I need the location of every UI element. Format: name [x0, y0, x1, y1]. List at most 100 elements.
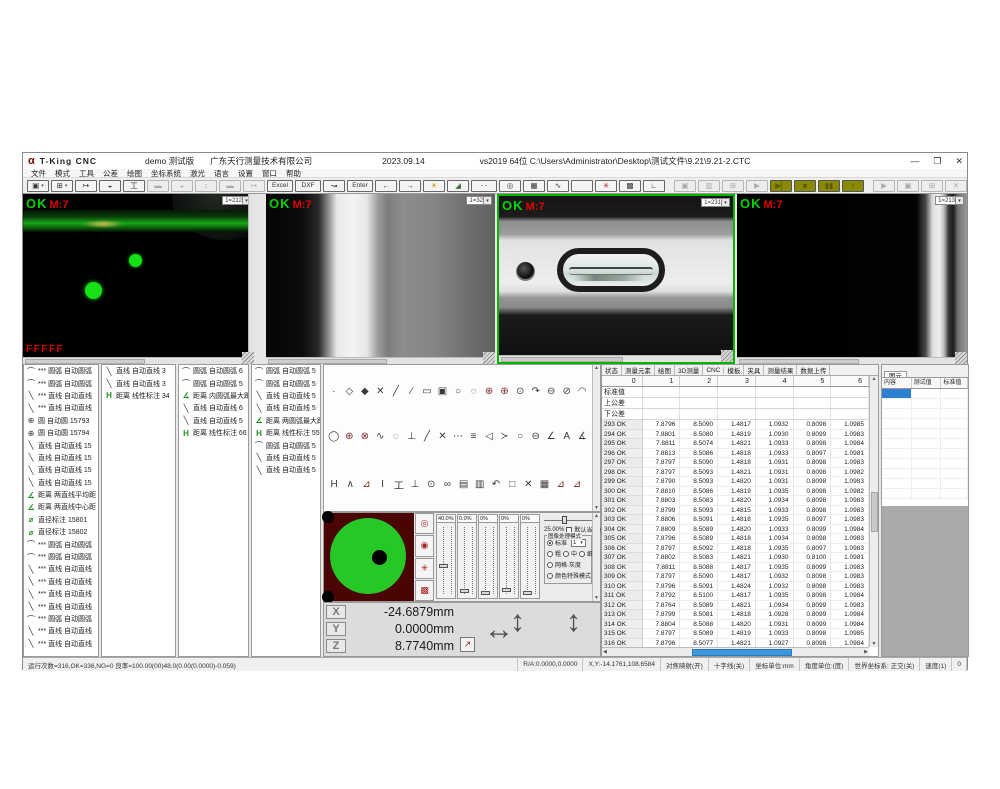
- chevron-down-icon[interactable]: ▾: [721, 199, 729, 206]
- element-table-row[interactable]: [882, 479, 968, 489]
- pause-button-icon[interactable]: ▮▮: [818, 180, 840, 192]
- palette-vscrollbar[interactable]: ▲▼: [592, 365, 600, 511]
- maximize-button[interactable]: ❐: [933, 156, 941, 167]
- camera-view-2[interactable]: OKM:7 1=32▾: [266, 194, 495, 364]
- slider-thumb[interactable]: [502, 588, 511, 592]
- element-table-row[interactable]: [882, 429, 968, 439]
- element-table-row[interactable]: [882, 409, 968, 419]
- light-button-icon[interactable]: ☀: [423, 180, 445, 192]
- element-list-item[interactable]: ⌀直径标注 15802: [24, 526, 98, 538]
- xy-jog-vertical-icon[interactable]: ↕: [510, 605, 525, 639]
- enter-button[interactable]: Enter: [347, 180, 373, 192]
- menu-item-工具[interactable]: 工具: [79, 168, 94, 179]
- element-table-row[interactable]: [882, 439, 968, 449]
- element-list-item[interactable]: ╲直线 自动直线 3: [102, 377, 175, 389]
- menu-item-窗口[interactable]: 窗口: [262, 168, 277, 179]
- element-table-row[interactable]: [882, 459, 968, 469]
- table-row[interactable]: 294 OK7.88018.50801.48191.09300.80991.09…: [602, 430, 869, 440]
- palette-tool-icon[interactable]: ⊗: [357, 431, 373, 442]
- slider-thumb[interactable]: [439, 564, 448, 568]
- run-button-icon[interactable]: ⚡: [842, 180, 864, 192]
- palette-tool-icon[interactable]: ◌: [466, 386, 482, 397]
- palette-tool-icon[interactable]: ⊕: [481, 386, 497, 397]
- table-row[interactable]: 296 OK7.88138.50861.48181.09330.80971.09…: [602, 449, 869, 459]
- palette-tool-icon[interactable]: ○: [512, 431, 528, 442]
- save-button-icon[interactable]: ▣▾: [27, 180, 49, 192]
- palette-tool-icon[interactable]: ✕: [520, 479, 536, 490]
- menu-item-模式[interactable]: 模式: [55, 168, 70, 179]
- element-list-item[interactable]: ⌒圆弧 自动圆弧 5: [252, 377, 320, 389]
- table-row[interactable]: 306 OK7.87978.50921.48181.09350.80971.09…: [602, 544, 869, 554]
- light-mode-button-2-icon[interactable]: ◉: [415, 535, 434, 556]
- menu-item-绘图[interactable]: 绘图: [127, 168, 142, 179]
- ring-light-indicator[interactable]: [324, 513, 414, 601]
- palette-tool-icon[interactable]: ∡: [575, 431, 591, 442]
- element-list-item[interactable]: ⌒*** 圆弧 自动圆弧: [24, 377, 98, 389]
- magnifier-button-icon[interactable]: ◎: [499, 180, 521, 192]
- camera2-resize-grip[interactable]: [483, 352, 495, 364]
- table-row[interactable]: 309 OK7.87978.50901.48171.09320.80981.09…: [602, 572, 869, 582]
- halftone-button-icon[interactable]: ▩: [619, 180, 641, 192]
- radio-coarse[interactable]: [547, 551, 553, 557]
- element-list-item[interactable]: ⌒圆弧 自动圆弧 5: [252, 365, 320, 377]
- menu-item-坐标系统[interactable]: 坐标系统: [151, 168, 181, 179]
- palette-tool-icon[interactable]: ◯: [326, 431, 342, 442]
- camera1-hscrollbar[interactable]: [23, 357, 242, 364]
- palette-tool-icon[interactable]: ≻: [497, 431, 513, 442]
- palette-tool-icon[interactable]: Ⅰ: [375, 479, 391, 490]
- table-row[interactable]: 316 OK7.87968.50771.48211.09270.80981.09…: [602, 639, 869, 648]
- slider-track-area[interactable]: [457, 523, 477, 599]
- element-list-item[interactable]: ╲直线 自动直线 3: [102, 365, 175, 377]
- slider-track-area[interactable]: [520, 523, 540, 599]
- element-list-item[interactable]: ∡距离 内圆弧最大距: [179, 390, 248, 402]
- palette-tool-icon[interactable]: ⊖: [543, 386, 559, 397]
- close-button[interactable]: ✕: [955, 156, 963, 167]
- dxf-export-button[interactable]: DXF: [295, 180, 321, 192]
- table-row[interactable]: 308 OK7.88118.50881.48171.09350.80991.09…: [602, 563, 869, 573]
- results-tab-测量结果[interactable]: 测量结果: [764, 365, 797, 375]
- element-list-item[interactable]: ╲直线 自动直线 5: [252, 464, 320, 476]
- palette-tool-icon[interactable]: H: [326, 479, 342, 490]
- table-row[interactable]: 303 OK7.88068.50911.48181.09350.80971.09…: [602, 515, 869, 525]
- column-header[interactable]: 3: [718, 376, 756, 386]
- palette-tool-icon[interactable]: □: [504, 479, 520, 490]
- element-list-item[interactable]: ╲*** 直线 自动直线: [24, 638, 98, 650]
- slider-thumb[interactable]: [460, 589, 469, 593]
- light-vscrollbar[interactable]: ▲▼: [592, 513, 600, 601]
- element-list-item[interactable]: ⌒*** 圆弧 自动圆弧: [24, 551, 98, 563]
- palette-tool-icon[interactable]: ◆: [357, 386, 373, 397]
- play-to-end-button-icon[interactable]: ▶▏: [770, 180, 792, 192]
- palette-tool-icon[interactable]: ∞: [439, 479, 455, 490]
- element-list-item[interactable]: ╲*** 直线 自动直线: [24, 600, 98, 612]
- palette-tool-icon[interactable]: ╱: [388, 386, 404, 397]
- z-column-button-icon[interactable]: 工: [123, 180, 145, 192]
- light-mode-button-3-icon[interactable]: ✳: [415, 558, 434, 579]
- element-list-item[interactable]: ⊕圆 自动圆 15793: [24, 415, 98, 427]
- blank-button-icon[interactable]: [571, 180, 593, 192]
- arrow-right-button-icon[interactable]: →: [399, 180, 421, 192]
- pattern-button-icon[interactable]: ▦: [523, 180, 545, 192]
- polar-toggle-button[interactable]: ↗: [460, 637, 475, 652]
- element-list-item[interactable]: ⌒圆弧 自动圆弧 5: [179, 377, 248, 389]
- results-tab-测量元素[interactable]: 测量元素: [622, 365, 655, 375]
- table-row[interactable]: 299 OK7.87908.50931.48201.09310.80981.09…: [602, 477, 869, 487]
- element-list-item[interactable]: ╲*** 直线 自动直线: [24, 576, 98, 588]
- radio-fine[interactable]: [579, 551, 585, 557]
- play-disabled-button-icon[interactable]: ▶: [746, 180, 768, 192]
- slider-track-area[interactable]: [499, 523, 519, 599]
- results-tab-模板[interactable]: 模板: [724, 365, 744, 375]
- play2-button-icon[interactable]: ▶: [873, 180, 895, 192]
- element-list-item[interactable]: ∡距离 两直线中心距: [24, 501, 98, 513]
- palette-tool-icon[interactable]: ∕: [404, 386, 420, 397]
- column-header[interactable]: 4: [756, 376, 794, 386]
- curve-export-button-icon[interactable]: ↝: [323, 180, 345, 192]
- element-list-item[interactable]: ╲直线 自动直线 5: [252, 452, 320, 464]
- element-list-item[interactable]: ⊕圆 自动圆 15794: [24, 427, 98, 439]
- palette-tool-icon[interactable]: ✕: [435, 431, 451, 442]
- camera1-resize-grip[interactable]: [242, 352, 254, 364]
- feed-right-button-icon[interactable]: ↦: [243, 180, 265, 192]
- results-tab-状态[interactable]: 状态: [602, 365, 622, 375]
- contour-button-icon[interactable]: ∿: [547, 180, 569, 192]
- element-list-item[interactable]: H距离 线性标注 34: [102, 390, 175, 402]
- palette-tool-icon[interactable]: ⊙: [423, 479, 439, 490]
